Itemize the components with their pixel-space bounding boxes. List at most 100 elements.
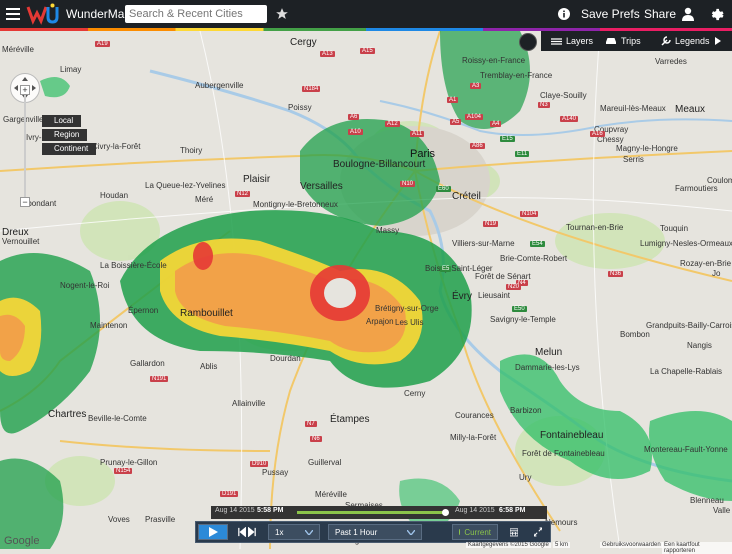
zoom-slider-track[interactable] <box>24 95 26 197</box>
play-button[interactable] <box>198 524 228 540</box>
place-label: Grandpuits-Bailly-Carrois <box>646 321 732 330</box>
road-badge: A5 <box>450 119 462 125</box>
place-label: Nogent-le-Roi <box>60 281 110 290</box>
settings-gear-icon[interactable] <box>710 0 725 28</box>
info-icon[interactable] <box>558 0 570 28</box>
zoom-level-region[interactable]: Region <box>42 129 88 141</box>
trips-button[interactable]: Trips <box>605 31 641 51</box>
place-label: Thoiry <box>180 146 203 155</box>
favorite-star-icon[interactable] <box>275 0 289 28</box>
road-badge: A3 <box>470 83 482 89</box>
place-label: Évry <box>452 291 472 302</box>
place-label: Ablis <box>200 362 218 371</box>
place-label: Prunay-le-Gillon <box>100 458 158 467</box>
place-label: Valle <box>713 506 731 515</box>
road-badge: A86 <box>470 143 485 149</box>
time-range-select[interactable]: Past 1 Hour <box>328 524 422 540</box>
layers-label: Layers <box>566 36 594 46</box>
trips-label: Trips <box>621 36 641 46</box>
calendar-icon[interactable] <box>504 524 524 540</box>
report-error-link[interactable]: Een kaartfout rapporteren <box>662 542 732 554</box>
road-badge: N184 <box>302 86 321 92</box>
wu-logo-icon[interactable] <box>26 0 60 28</box>
place-label: Aubergenville <box>195 81 244 90</box>
place-label: Poissy <box>288 103 312 112</box>
search-input[interactable] <box>125 5 267 23</box>
place-label: Chartres <box>48 409 87 420</box>
place-label: Lieusaint <box>478 291 511 300</box>
step-back-forward-icon <box>238 527 256 537</box>
map-canvas[interactable]: Méréville Limay Aubergenville Cergy Poissy Ga… <box>0 31 732 549</box>
share-button[interactable]: Share <box>644 0 676 28</box>
zoom-out-button[interactable]: − <box>20 197 30 207</box>
road-badge: N7 <box>305 421 317 427</box>
place-label: Ury <box>519 473 532 482</box>
expand-panel-icon[interactable] <box>715 31 721 51</box>
map-data-credit: Kaartgegevens ©2015 Google <box>466 542 551 548</box>
place-label: La Boissière-École <box>100 261 167 270</box>
place-label: Beville-le-Comte <box>88 414 147 423</box>
place-label: Bombon <box>620 330 650 339</box>
place-label: Forêt de Fontainebleau <box>522 449 605 458</box>
animation-timeline[interactable]: Aug 14 2015 5:58 PM Aug 14 2015 6:58 PM <box>211 506 547 519</box>
top-bar: WunderMap Save Prefs Share <box>0 0 732 28</box>
road-badge: N191 <box>150 376 169 382</box>
timeline-track[interactable] <box>297 511 445 514</box>
place-label: Touquin <box>660 224 689 233</box>
hamburger-menu-icon[interactable] <box>6 0 20 28</box>
place-label: Pussay <box>262 468 289 477</box>
place-label: Lumigny-Nesles-Ormeaux <box>640 239 732 248</box>
fullscreen-icon[interactable] <box>528 524 548 540</box>
step-buttons[interactable] <box>232 524 262 540</box>
zoom-level-continent[interactable]: Continent <box>42 143 97 155</box>
place-label: Versailles <box>300 181 343 192</box>
start-date: Aug 14 2015 <box>215 507 255 514</box>
save-prefs-button[interactable]: Save Prefs <box>581 0 640 28</box>
place-label: Méré <box>195 195 214 204</box>
place-label: Roissy-en-France <box>462 56 526 65</box>
place-label: Brétigny-sur-Orge <box>375 304 439 313</box>
place-label: Magny-le-Hongre <box>616 144 678 153</box>
google-logo: Google <box>4 535 40 547</box>
road-badge: N104 <box>520 211 539 217</box>
zoom-level-local[interactable]: Local <box>42 115 82 127</box>
place-label: Limay <box>60 65 82 74</box>
place-label: Vernouillet <box>2 237 40 246</box>
legends-button[interactable]: Legends <box>661 31 710 51</box>
place-label: Maintenon <box>90 321 128 330</box>
place-label: Montereau-Fault-Yonne <box>644 445 728 454</box>
road-badge: N12 <box>235 191 251 197</box>
speed-value: 1x <box>275 527 284 537</box>
place-label: Guillerval <box>308 458 342 467</box>
place-label: Plaisir <box>243 174 271 185</box>
current-dot-icon <box>459 529 461 535</box>
place-label: Jo <box>712 269 721 278</box>
place-label: Voves <box>108 515 130 524</box>
end-time: 6:58 PM <box>499 507 526 514</box>
timeline-handle[interactable] <box>442 509 449 516</box>
user-icon[interactable] <box>681 0 695 28</box>
place-label: Cergy <box>290 37 317 48</box>
layers-button[interactable]: Layers <box>551 31 593 51</box>
road-badge: A4 <box>490 121 502 127</box>
car-icon <box>606 38 616 44</box>
terms-link[interactable]: Gebruiksvoorwaarden <box>600 542 663 548</box>
place-label: Coulom <box>707 176 732 185</box>
zoom-in-button[interactable]: + <box>20 85 30 95</box>
place-label: Méréville <box>2 45 35 54</box>
scale-label: 5 km <box>553 542 571 548</box>
compass-icon[interactable] <box>519 33 537 51</box>
road-badge: N36 <box>608 271 624 277</box>
road-badge: E60 <box>436 186 451 192</box>
place-label: Brie-Comte-Robert <box>500 254 568 263</box>
road-badge: E54 <box>530 241 545 247</box>
current-button[interactable]: Current <box>452 524 498 540</box>
place-label: Villiers-sur-Marne <box>452 239 515 248</box>
place-label: Arpajon <box>366 317 394 326</box>
road-badge: D910 <box>250 461 269 467</box>
speed-select[interactable]: 1x <box>268 524 320 540</box>
place-label: Rambouillet <box>180 308 233 319</box>
time-range-value: Past 1 Hour <box>335 527 378 537</box>
road-badge: A6 <box>348 114 360 120</box>
wrench-icon <box>661 36 671 46</box>
